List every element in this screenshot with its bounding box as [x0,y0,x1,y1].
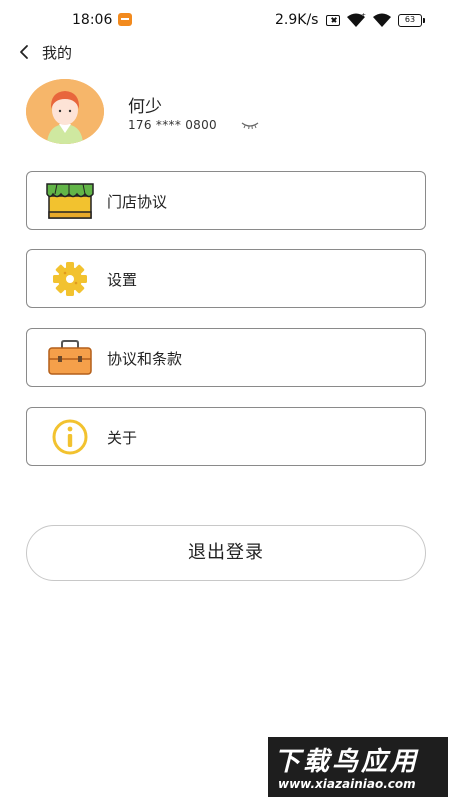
gear-icon [53,262,87,296]
menu-item-settings[interactable]: 设置 [26,249,426,308]
notification-icon [118,13,132,26]
menu-item-label: 关于 [107,429,138,447]
briefcase-icon [48,340,92,375]
user-phone: 176 **** 0800 [128,118,217,132]
store-icon [46,183,94,219]
watermark-url: www.xiazainiao.com [278,777,416,791]
no-sim-icon [326,15,340,26]
status-time: 18:06 [72,12,113,28]
network-speed: 2.9K/s [275,12,319,28]
svg-text:+: + [361,12,366,19]
eye-closed-icon[interactable] [240,119,260,131]
info-icon [52,419,88,455]
wifi-icon: + [347,12,366,27]
battery-icon: 63 [398,14,422,27]
menu-item-terms[interactable]: 协议和条款 [26,328,426,387]
menu-item-store-agreement[interactable]: 门店协议 [26,171,426,230]
header: 我的 [0,38,450,66]
user-name: 何少 [128,97,162,117]
back-arrow-icon[interactable] [15,42,35,62]
watermark: 下载鸟应用 www.xiazainiao.com [268,737,448,797]
avatar-illustration [26,79,104,144]
status-bar: 18:06 2.9K/s + 63 [0,0,450,38]
avatar[interactable] [26,79,104,144]
watermark-title: 下载鸟应用 [274,747,420,777]
logout-button[interactable]: 退出登录 [26,525,426,581]
wifi-icon-secondary [373,13,391,27]
page-title: 我的 [42,44,73,62]
menu-item-label: 门店协议 [107,193,168,211]
menu-item-about[interactable]: 关于 [26,407,426,466]
menu-item-label: 协议和条款 [107,350,183,368]
battery-tip [423,18,425,23]
menu-item-label: 设置 [107,271,138,289]
